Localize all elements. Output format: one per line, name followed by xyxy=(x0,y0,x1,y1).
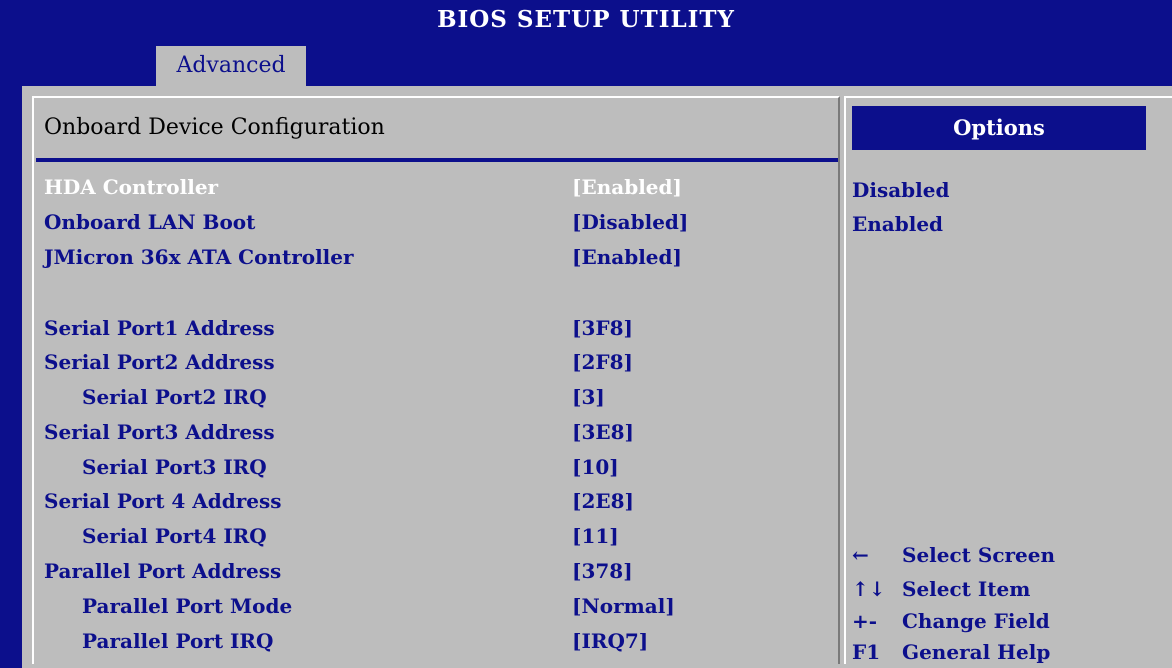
f1-key: F1 xyxy=(852,640,881,664)
help-text: Select Item xyxy=(902,577,1031,601)
setting-label: HDA Controller xyxy=(44,175,219,199)
title-divider xyxy=(36,158,838,162)
setting-label: Serial Port4 IRQ xyxy=(82,524,267,548)
setting-label: Parallel Port Address xyxy=(44,559,282,583)
setting-parallel-port-address[interactable]: Parallel Port Address [378] xyxy=(44,554,834,588)
setting-serial-port3-address[interactable]: Serial Port3 Address [3E8] xyxy=(44,415,834,449)
setting-serial-port4-address[interactable]: Serial Port 4 Address [2E8] xyxy=(44,484,834,518)
setting-hda-controller[interactable]: HDA Controller [Enabled] xyxy=(44,170,834,204)
help-text: Select Screen xyxy=(902,543,1056,567)
setting-label: Parallel Port Mode xyxy=(82,594,293,618)
setting-label: Onboard LAN Boot xyxy=(44,210,256,234)
help-select-item: ↑↓ Select Item xyxy=(852,574,1030,604)
plus-minus-key: +- xyxy=(852,609,878,633)
setting-value[interactable]: [3F8] xyxy=(572,311,633,345)
tab-advanced[interactable]: Advanced xyxy=(156,46,306,86)
option-enabled[interactable]: Enabled xyxy=(852,207,943,241)
setting-serial-port3-irq[interactable]: Serial Port3 IRQ [10] xyxy=(44,450,834,484)
option-disabled[interactable]: Disabled xyxy=(852,173,949,207)
setting-value[interactable]: [3E8] xyxy=(572,415,634,449)
bios-title: BIOS SETUP UTILITY xyxy=(437,6,735,33)
options-header: Options xyxy=(852,106,1146,150)
up-down-arrow-icon: ↑↓ xyxy=(852,577,886,601)
setting-value[interactable]: [2F8] xyxy=(572,345,633,379)
help-change-field: +- Change Field xyxy=(852,606,1050,636)
help-text: Change Field xyxy=(902,609,1050,633)
setting-serial-port4-irq[interactable]: Serial Port4 IRQ [11] xyxy=(44,519,834,553)
setting-label: Serial Port2 IRQ xyxy=(82,385,267,409)
setting-value[interactable]: [10] xyxy=(572,450,619,484)
left-arrow-icon: ← xyxy=(852,543,869,567)
setting-serial-port2-irq[interactable]: Serial Port2 IRQ [3] xyxy=(44,380,834,414)
setting-jmicron-ata-controller[interactable]: JMicron 36x ATA Controller [Enabled] xyxy=(44,240,834,274)
help-text: General Help xyxy=(902,640,1051,664)
setting-value[interactable]: [11] xyxy=(572,519,619,553)
setting-label: JMicron 36x ATA Controller xyxy=(44,245,354,269)
page-title: Onboard Device Configuration xyxy=(44,115,385,140)
setting-label: Serial Port 4 Address xyxy=(44,489,282,513)
setting-label: Serial Port3 IRQ xyxy=(82,455,267,479)
setting-value[interactable]: [Enabled] xyxy=(572,240,682,274)
help-select-screen: ← Select Screen xyxy=(852,540,1055,570)
setting-label: Serial Port2 Address xyxy=(44,350,275,374)
help-general-help: F1 General Help xyxy=(852,637,1050,667)
setting-serial-port2-address[interactable]: Serial Port2 Address [2F8] xyxy=(44,345,834,379)
setting-value[interactable]: [3] xyxy=(572,380,605,414)
setting-parallel-port-irq[interactable]: Parallel Port IRQ [IRQ7] xyxy=(44,624,834,658)
setting-value[interactable]: [2E8] xyxy=(572,484,634,518)
setting-value[interactable]: [Disabled] xyxy=(572,205,688,239)
setting-value[interactable]: [IRQ7] xyxy=(572,624,648,658)
setting-label: Serial Port3 Address xyxy=(44,420,275,444)
setting-onboard-lan-boot[interactable]: Onboard LAN Boot [Disabled] xyxy=(44,205,834,239)
setting-value[interactable]: [378] xyxy=(572,554,633,588)
setting-parallel-port-mode[interactable]: Parallel Port Mode [Normal] xyxy=(44,589,834,623)
setting-value[interactable]: [Normal] xyxy=(572,589,675,623)
setting-label: Serial Port1 Address xyxy=(44,316,275,340)
setting-value[interactable]: [Enabled] xyxy=(572,170,682,204)
setting-label: Parallel Port IRQ xyxy=(82,629,274,653)
setting-serial-port1-address[interactable]: Serial Port1 Address [3F8] xyxy=(44,311,834,345)
